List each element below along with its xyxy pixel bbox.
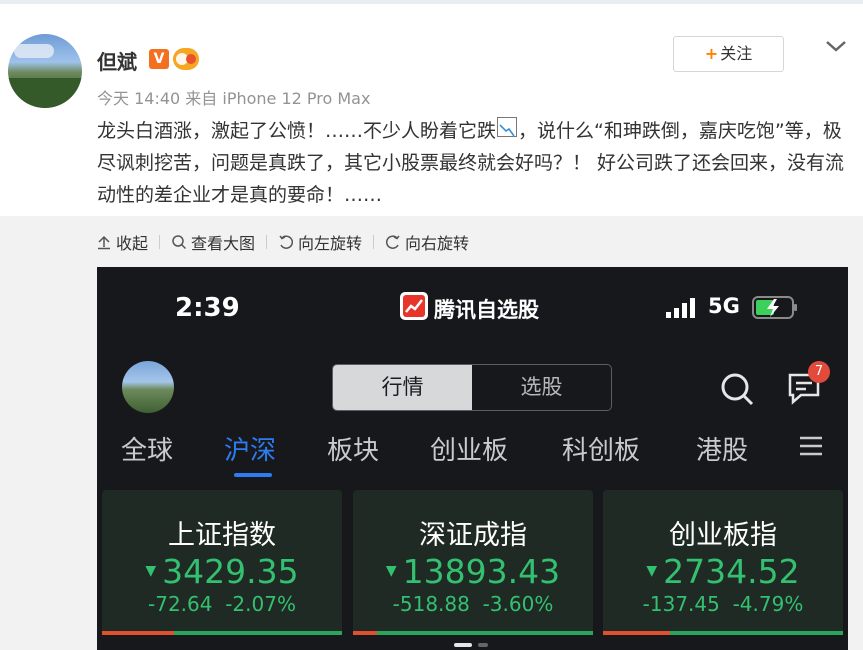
view-large-label: 查看大图 bbox=[191, 234, 256, 253]
view-large-button[interactable]: 查看大图 bbox=[171, 230, 255, 254]
collapse-label: 收起 bbox=[116, 234, 149, 253]
signal-icon bbox=[666, 298, 695, 318]
segment-control: 行情 选股 bbox=[332, 364, 612, 411]
index-cards: 上证指数 ▼ 3429.35 -72.64 -2.07% 深证成指 ▼ 13893.… bbox=[97, 485, 848, 650]
index-pct: -2.07% bbox=[225, 592, 296, 616]
index-value-row: ▼ 3429.35 bbox=[102, 552, 342, 591]
index-name: 深证成指 bbox=[419, 520, 527, 551]
index-card-szse[interactable]: 深证成指 ▼ 13893.43 -518.88 -3.60% bbox=[353, 490, 593, 635]
image-toolbar: 收起 查看大图 向左旋转 向右旋转 bbox=[96, 230, 469, 254]
tab-chinext[interactable]: 创业板 bbox=[430, 430, 508, 467]
rotate-left-label: 向左旋转 bbox=[298, 234, 363, 253]
app-name: 腾讯自选股 bbox=[434, 298, 539, 322]
index-name: 创业板指 bbox=[669, 520, 777, 551]
battery-charging-icon bbox=[752, 296, 797, 319]
breadth-down bbox=[174, 631, 342, 635]
post-text-part1: 龙头白酒涨，激起了公愤！……不少人盼着它跌 bbox=[97, 120, 497, 142]
tab-sectors[interactable]: 板块 bbox=[327, 430, 379, 467]
index-value-row: ▼ 2734.52 bbox=[603, 552, 843, 591]
index-name: 上证指数 bbox=[168, 520, 276, 551]
collapse-button[interactable]: 收起 bbox=[96, 230, 148, 254]
index-value: 2734.52 bbox=[663, 552, 800, 591]
down-triangle-icon: ▼ bbox=[646, 563, 658, 579]
username[interactable]: 但斌 bbox=[97, 46, 137, 75]
message-count-badge: 7 bbox=[808, 361, 830, 383]
rotate-right-icon bbox=[386, 235, 400, 249]
index-pct: -3.60% bbox=[482, 592, 554, 616]
segment-watchlist[interactable]: 选股 bbox=[472, 365, 611, 410]
index-pct: -4.79% bbox=[732, 592, 804, 616]
follow-button[interactable]: + 关注 bbox=[673, 36, 784, 72]
tab-hk-stocks[interactable]: 港股 bbox=[696, 430, 748, 467]
breadth-bar bbox=[102, 631, 342, 635]
page-dots-indicator bbox=[454, 643, 488, 647]
index-change: -137.45 bbox=[642, 592, 720, 616]
tab-global[interactable]: 全球 bbox=[121, 430, 173, 467]
stock-app-screenshot[interactable]: 2:39 腾讯自选股 5G 行情 选股 7 全球 沪深 板块 创业板 科创板 港… bbox=[97, 267, 848, 650]
weibo-post: 但斌 V + 关注 今天 14:40 来自 iPhone 12 Pro Max 龙… bbox=[0, 4, 863, 216]
level-badge-icon bbox=[173, 48, 199, 70]
network-label: 5G bbox=[708, 294, 740, 318]
rotate-right-button[interactable]: 向右旋转 bbox=[385, 230, 469, 254]
index-value: 13893.43 bbox=[402, 552, 561, 591]
breadth-up bbox=[102, 631, 174, 635]
breadth-bar bbox=[353, 631, 593, 635]
index-change-row: -72.64 -2.07% bbox=[102, 592, 342, 616]
verified-badge-icon: V bbox=[149, 49, 169, 69]
chart-down-emoji-icon bbox=[497, 117, 518, 137]
breadth-bar bbox=[603, 631, 843, 635]
breadth-down bbox=[670, 631, 843, 635]
index-card-sse[interactable]: 上证指数 ▼ 3429.35 -72.64 -2.07% bbox=[102, 490, 342, 635]
index-value: 3429.35 bbox=[162, 552, 299, 591]
index-change: -72.64 bbox=[148, 592, 213, 616]
market-tabs: 全球 沪深 板块 创业板 科创板 港股 bbox=[121, 430, 826, 470]
search-icon bbox=[172, 235, 187, 250]
breadth-up bbox=[603, 631, 671, 635]
status-time: 2:39 bbox=[175, 293, 240, 323]
index-change-row: -518.88 -3.60% bbox=[353, 592, 593, 616]
plus-icon: + bbox=[704, 44, 719, 63]
index-card-chinext[interactable]: 创业板指 ▼ 2734.52 -137.45 -4.79% bbox=[603, 490, 843, 635]
menu-icon[interactable] bbox=[799, 435, 823, 457]
collapse-up-icon bbox=[98, 235, 110, 250]
index-value-row: ▼ 13893.43 bbox=[353, 552, 593, 591]
index-change-row: -137.45 -4.79% bbox=[603, 592, 843, 616]
user-avatar[interactable] bbox=[8, 34, 82, 108]
follow-label: 关注 bbox=[720, 44, 753, 63]
chevron-down-icon[interactable] bbox=[823, 36, 849, 56]
app-logo-icon bbox=[400, 292, 428, 320]
breadth-up bbox=[353, 631, 377, 635]
tab-star-market[interactable]: 科创板 bbox=[562, 430, 640, 467]
breadth-down bbox=[377, 631, 593, 635]
segment-quotes[interactable]: 行情 bbox=[333, 365, 472, 410]
profile-avatar[interactable] bbox=[122, 361, 174, 413]
search-icon[interactable] bbox=[719, 371, 755, 407]
index-change: -518.88 bbox=[392, 592, 470, 616]
post-meta: 今天 14:40 来自 iPhone 12 Pro Max bbox=[97, 89, 371, 108]
rotate-left-icon bbox=[279, 235, 294, 249]
post-text: 龙头白酒涨，激起了公愤！……不少人盼着它跌 ，说什么“和珅跌倒，嘉庆吃饱”等，极尽… bbox=[97, 115, 852, 211]
active-tab-indicator bbox=[234, 473, 272, 477]
rotate-left-button[interactable]: 向左旋转 bbox=[278, 230, 362, 254]
down-triangle-icon: ▼ bbox=[145, 563, 157, 579]
tab-hushen[interactable]: 沪深 bbox=[224, 430, 276, 467]
down-triangle-icon: ▼ bbox=[385, 563, 397, 579]
rotate-right-label: 向右旋转 bbox=[405, 234, 470, 253]
